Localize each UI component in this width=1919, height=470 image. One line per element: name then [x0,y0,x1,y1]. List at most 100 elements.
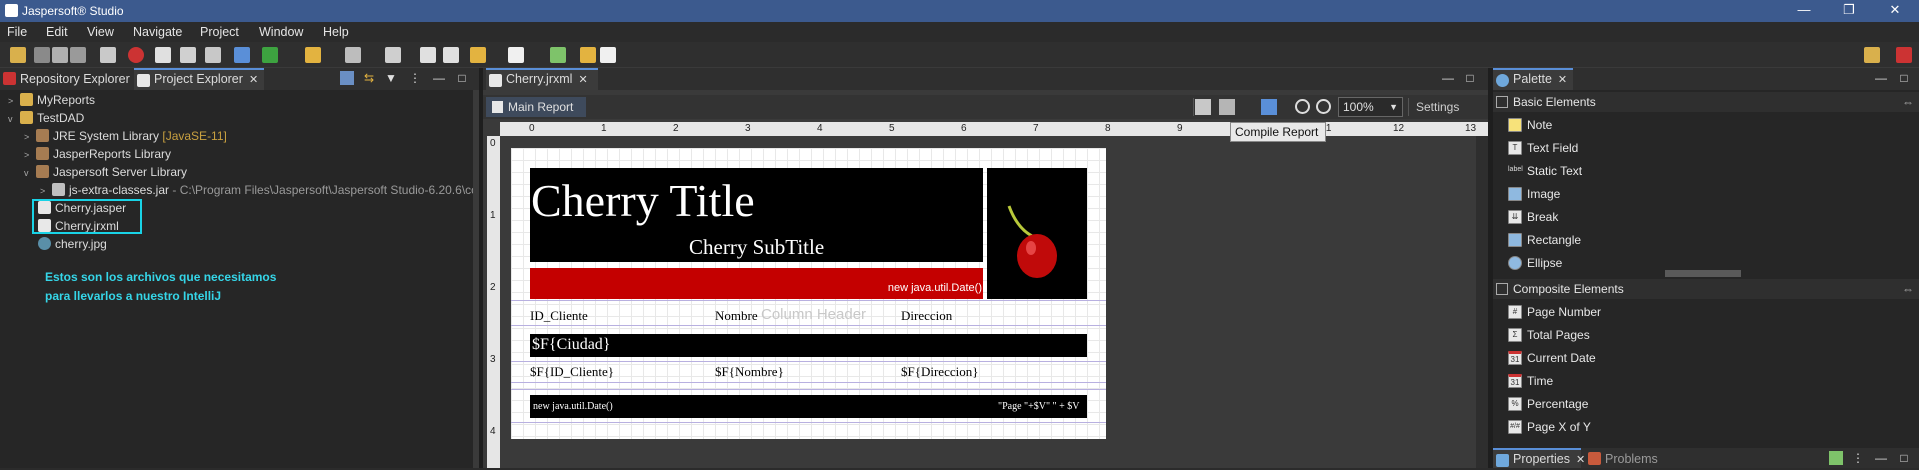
report-icon[interactable] [155,47,171,63]
tab-repository-explorer[interactable]: Repository Explorer [0,68,130,90]
menu-help[interactable]: Help [323,25,349,39]
detail-field-id[interactable]: $F{ID_Cliente} [530,364,614,380]
open-icon[interactable] [34,47,50,63]
layout-icon[interactable] [385,47,401,63]
pin-icon[interactable] [550,47,566,63]
footer-date-field[interactable]: new java.util.Date() [533,401,613,412]
tab-cherry-jrxml[interactable]: Cherry.jrxml ✕ [486,68,598,90]
compile-report-icon[interactable] [1219,99,1235,115]
menu-navigate[interactable]: Navigate [133,25,182,39]
outline-icon[interactable] [1195,99,1211,115]
group-field-ciudad[interactable]: $F{Ciudad} [532,336,610,354]
stop-icon[interactable] [128,47,144,63]
tree-item-cherry-jpg[interactable]: cherry.jpg [38,235,107,253]
minimize-button[interactable]: — [1782,0,1826,22]
expand-icon[interactable]: > [8,92,20,110]
tree-item-js-extra-classes[interactable]: > js-extra-classes.jar - C:\Program Files… [40,181,485,199]
prev-edit-icon[interactable] [420,47,436,63]
cherry-image[interactable] [987,168,1087,299]
settings-button[interactable]: Settings [1416,100,1459,114]
tab-project-explorer[interactable]: Project Explorer ✕ [134,68,264,90]
maximize-properties-icon[interactable]: □ [1897,451,1911,465]
view-menu-icon[interactable]: ⋮ [408,71,422,85]
zoom-select[interactable]: 100% ▼ [1338,97,1403,117]
view-menu-icon[interactable]: ⋮ [1851,451,1865,465]
collapse-icon[interactable]: v [8,110,20,128]
navigate-icon[interactable] [345,47,361,63]
undo-icon[interactable] [580,47,596,63]
new-icon[interactable] [10,47,26,63]
expand-icon[interactable]: > [40,182,52,200]
save-all-icon[interactable] [70,47,86,63]
report-title[interactable]: Cherry Title [531,174,755,227]
tree-item-testdad[interactable]: v TestDAD [8,109,84,127]
collapse-arrows-icon[interactable]: ⇔ [1902,92,1914,112]
close-tab-icon[interactable]: ✕ [249,74,258,86]
maximize-view-icon[interactable]: □ [455,71,469,85]
maximize-editor-icon[interactable]: □ [1463,71,1477,85]
jaspersoft-perspective-icon[interactable] [1896,47,1912,63]
col-header-direccion[interactable]: Direccion [901,308,952,324]
menu-edit[interactable]: Edit [46,25,68,39]
tree-item-server-library[interactable]: v Jaspersoft Server Library [24,163,187,181]
tree-label: js-extra-classes.jar [69,183,170,197]
col-header-nombre[interactable]: Nombre [715,308,758,324]
close-tab-icon[interactable]: ✕ [1576,454,1585,466]
minimize-editor-icon[interactable]: — [1441,71,1455,85]
report-subtitle[interactable]: Cherry SubTitle [689,235,824,260]
brush-icon[interactable] [305,47,321,63]
back-icon[interactable] [470,47,486,63]
detail-field-direccion[interactable]: $F{Direccion} [901,364,978,380]
title-date-field[interactable]: new java.util.Date() [888,282,982,294]
tab-palette[interactable]: Palette ✕ [1493,68,1573,90]
maximize-button[interactable]: ❐ [1827,0,1871,22]
section-label: Basic Elements [1513,95,1596,109]
forward-icon[interactable] [508,47,524,63]
editor-scrollbar[interactable] [1476,136,1488,468]
collapse-all-icon[interactable] [340,71,354,85]
basic-elements-header[interactable]: Basic Elements ⇔ [1493,92,1919,112]
next-edit-icon[interactable] [443,47,459,63]
collapse-icon[interactable]: v [24,164,36,182]
collapse-arrows-icon[interactable]: ⇔ [1902,279,1914,299]
main-report-tab[interactable]: Main Report [486,97,586,117]
tree-item-jre[interactable]: > JRE System Library [JavaSE-11] [24,127,227,145]
col-header-id[interactable]: ID_Cliente [530,308,588,324]
menu-project[interactable]: Project [200,25,239,39]
tree-item-myreports[interactable]: > MyReports [8,91,95,109]
report-page: Cherry Title Cherry SubTitle new java.ut… [511,148,1106,439]
view-toolbar-icon[interactable] [1829,451,1843,465]
tab-problems[interactable]: Problems [1585,448,1665,468]
run-icon[interactable] [262,47,278,63]
print-icon[interactable] [100,47,116,63]
close-tab-icon[interactable]: ✕ [1558,74,1567,86]
menu-window[interactable]: Window [259,25,303,39]
link-editor-icon[interactable]: ⇆ [362,71,376,85]
footer-page-field[interactable]: "Page "+$V" " + $V [998,401,1080,412]
maximize-palette-icon[interactable]: □ [1897,71,1911,85]
close-window-button[interactable]: ✕ [1873,0,1917,22]
redo-icon[interactable] [600,47,616,63]
menu-view[interactable]: View [87,25,114,39]
palette-resize-handle[interactable] [1665,270,1741,277]
expand-icon[interactable]: > [24,128,36,146]
dataset-icon[interactable] [180,47,196,63]
composite-elements-header[interactable]: Composite Elements ⇔ [1493,279,1919,299]
preview-icon[interactable] [1261,99,1277,115]
publish-icon[interactable] [234,47,250,63]
expand-icon[interactable]: > [24,146,36,164]
minimize-properties-icon[interactable]: — [1874,451,1888,465]
close-tab-icon[interactable]: ✕ [578,74,587,86]
zoom-in-icon[interactable] [1295,99,1310,114]
tree-item-jasperreports-library[interactable]: > JasperReports Library [24,145,171,163]
zoom-out-icon[interactable] [1316,99,1331,114]
minimize-view-icon[interactable]: — [432,71,446,85]
edit-icon[interactable] [205,47,221,63]
detail-field-nombre[interactable]: $F{Nombre} [715,364,784,380]
tab-properties[interactable]: Properties ✕ [1493,448,1585,468]
menu-file[interactable]: File [7,25,27,39]
open-perspective-icon[interactable] [1864,47,1880,63]
filter-icon[interactable]: ▼ [384,71,398,85]
save-icon[interactable] [52,47,68,63]
minimize-palette-icon[interactable]: — [1874,71,1888,85]
